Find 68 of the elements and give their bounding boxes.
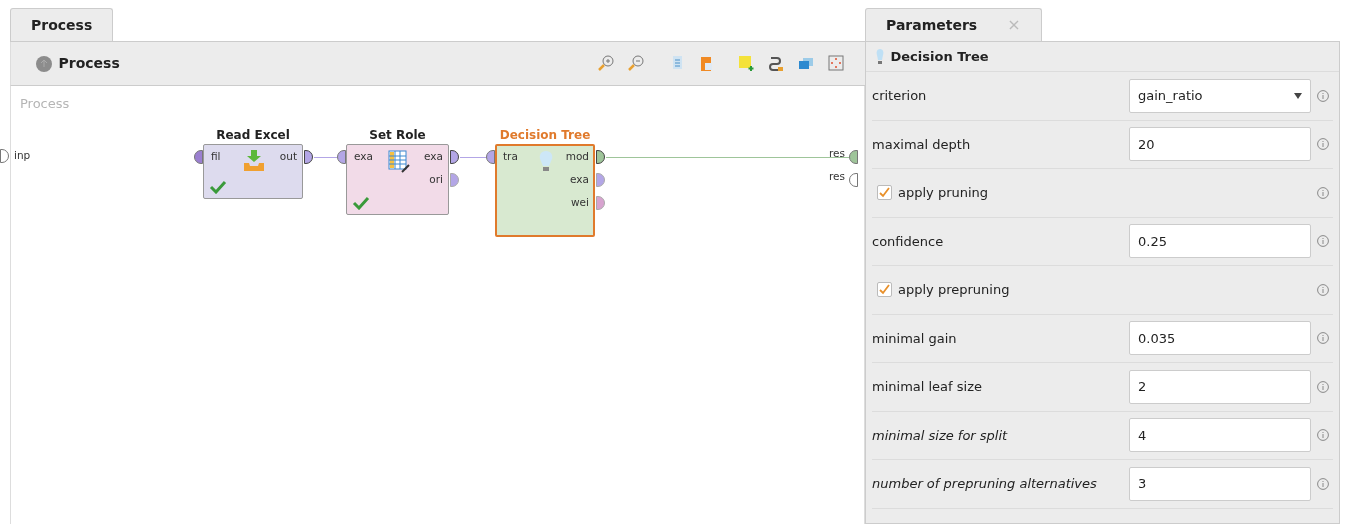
zoom-out-icon[interactable] <box>628 55 645 72</box>
info-icon[interactable] <box>1317 332 1329 345</box>
dropdown[interactable]: gain_ratio <box>1129 78 1311 113</box>
info-icon[interactable] <box>1317 380 1329 393</box>
parameter-label: criterion <box>872 87 928 105</box>
result-port[interactable] <box>849 173 858 187</box>
info-icon[interactable] <box>1317 283 1329 296</box>
input-port[interactable] <box>337 150 346 164</box>
port-label: exa <box>424 149 443 164</box>
layers-icon[interactable] <box>798 55 815 72</box>
input-field[interactable]: 0.25 <box>1129 224 1311 259</box>
input-field[interactable]: 4 <box>1129 418 1311 453</box>
checkbox[interactable] <box>877 185 892 201</box>
result-port[interactable] <box>849 150 858 164</box>
info-icon[interactable] <box>1317 186 1329 199</box>
port-label: res <box>828 146 845 161</box>
plug-icon[interactable] <box>768 55 785 72</box>
parameters-tab[interactable]: Parameters × <box>865 8 1042 41</box>
input-field[interactable]: 2 <box>1129 369 1311 404</box>
port-label: wei <box>571 195 589 210</box>
parameter-label: maximal depth <box>872 135 972 154</box>
operator-title: Decision Tree <box>890 47 989 66</box>
input-port[interactable] <box>194 150 203 164</box>
parameter-label: confidence <box>872 232 945 251</box>
input-field[interactable]: 0.035 <box>1129 321 1311 356</box>
operator-name: Set Role <box>369 127 426 144</box>
table-edit-icon <box>387 150 410 174</box>
operator-name: Decision Tree <box>499 127 591 144</box>
parameter-label: minimal gain <box>872 329 958 348</box>
info-icon[interactable] <box>1317 477 1329 490</box>
port-label: out <box>279 149 297 164</box>
up-circle-icon[interactable] <box>36 55 52 72</box>
port-label: mod <box>565 149 589 164</box>
checkbox[interactable] <box>877 282 892 298</box>
info-icon[interactable] <box>1317 138 1329 151</box>
canvas-title: Process <box>20 95 70 113</box>
port-label: exa <box>354 149 373 164</box>
clipboard-icon[interactable] <box>698 55 715 72</box>
sticky-note-icon[interactable] <box>738 55 755 72</box>
input-field[interactable]: 20 <box>1129 127 1311 162</box>
port-label: tra <box>503 149 518 164</box>
input-port[interactable] <box>486 150 495 164</box>
output-port[interactable] <box>596 150 605 164</box>
parameter-label: minimal leaf size <box>872 378 983 396</box>
info-icon[interactable] <box>1317 89 1329 102</box>
info-icon[interactable] <box>1317 429 1329 442</box>
parameter-label: number of prepruning alternatives <box>872 475 1098 493</box>
operator-name: Read Excel <box>216 127 290 144</box>
lightbulb-icon <box>876 48 884 65</box>
parameter-label: minimal size for split <box>872 426 1009 445</box>
port-label: fil <box>211 149 221 164</box>
checkbox-label: apply pruning <box>898 184 990 202</box>
port-label: ori <box>429 172 443 187</box>
fit-frame-icon[interactable] <box>828 55 845 72</box>
port-label: exa <box>570 172 589 187</box>
zoom-in-icon[interactable] <box>598 55 615 72</box>
output-port[interactable] <box>304 150 313 164</box>
breadcrumb[interactable]: Process <box>58 53 120 74</box>
process-tab[interactable]: Process <box>10 8 114 41</box>
port-label: res <box>828 169 845 184</box>
output-port[interactable] <box>450 150 459 164</box>
input-port[interactable] <box>0 149 9 163</box>
checkbox-label: apply prepruning <box>898 281 1011 299</box>
caret-icon <box>1294 92 1302 99</box>
inbox-download-icon <box>243 150 265 174</box>
input-field[interactable]: 3 <box>1129 466 1311 501</box>
port-label: inp <box>14 148 31 163</box>
info-icon[interactable] <box>1317 235 1329 248</box>
